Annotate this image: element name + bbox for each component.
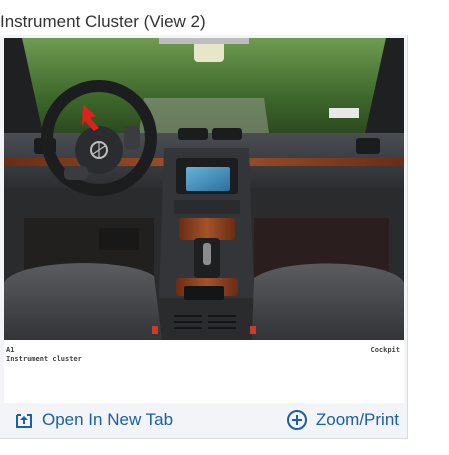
open-in-new-tab-label: Open In New Tab xyxy=(42,410,174,429)
page-title: Instrument Cluster (View 2) xyxy=(0,12,206,31)
figure-card: A1 Instrument cluster Cockpit Open In Ne… xyxy=(0,35,408,439)
figure-code: A1 xyxy=(6,346,15,354)
zoom-plus-circle-icon xyxy=(286,409,308,431)
open-in-new-tab-icon xyxy=(14,410,34,430)
open-in-new-tab-link[interactable]: Open In New Tab xyxy=(14,407,173,433)
cockpit-photo[interactable] xyxy=(4,38,404,340)
figure-caption: Instrument cluster xyxy=(6,355,82,363)
figure-location: Cockpit xyxy=(370,346,400,354)
figure: A1 Instrument cluster Cockpit xyxy=(4,38,404,403)
zoom-print-link[interactable]: Zoom/Print xyxy=(286,407,399,433)
zoom-print-label: Zoom/Print xyxy=(315,410,399,429)
